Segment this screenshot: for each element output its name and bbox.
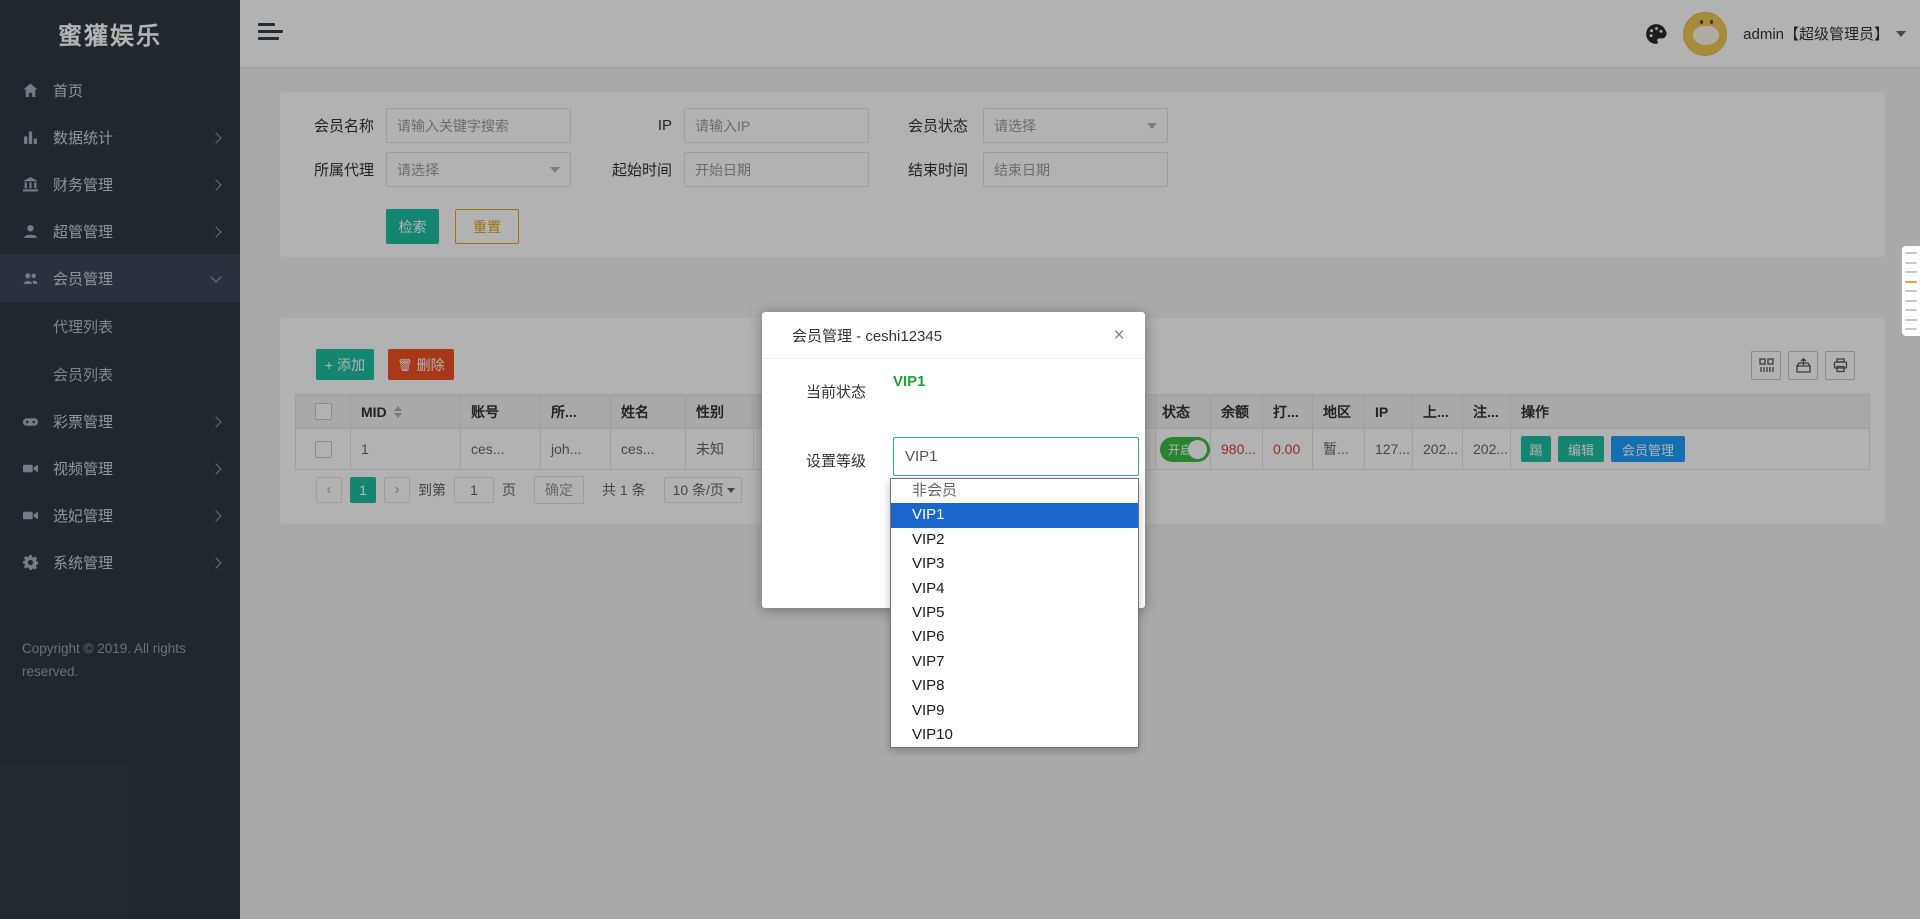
dropdown-option[interactable]: VIP4 <box>891 577 1138 601</box>
current-vip-value: VIP1 <box>893 373 926 390</box>
dropdown-option[interactable]: VIP6 <box>891 625 1138 649</box>
dropdown-option[interactable]: VIP5 <box>891 601 1138 625</box>
close-icon[interactable]: × <box>1109 326 1129 346</box>
level-dropdown: 非会员 VIP1 VIP2 VIP3 VIP4 VIP5 VIP6 VIP7 V… <box>890 478 1139 748</box>
dropdown-option[interactable]: VIP3 <box>891 552 1138 576</box>
dropdown-option[interactable]: VIP8 <box>891 674 1138 698</box>
dropdown-option[interactable]: 非会员 <box>891 479 1138 503</box>
dropdown-option[interactable]: VIP10 <box>891 723 1138 747</box>
modal-title: 会员管理 - ceshi12345 <box>792 325 942 346</box>
level-select-input[interactable] <box>893 437 1139 476</box>
dropdown-option[interactable]: VIP9 <box>891 699 1138 723</box>
set-level-label: 设置等级 <box>806 450 866 471</box>
dropdown-option[interactable]: VIP7 <box>891 650 1138 674</box>
current-status-label: 当前状态 <box>806 381 866 402</box>
dropdown-option[interactable]: VIP2 <box>891 528 1138 552</box>
dropdown-option-selected[interactable]: VIP1 <box>891 503 1138 527</box>
theme-panel-tab[interactable] <box>1902 246 1920 336</box>
page: 蜜獾娱乐 首页 数据统计 财务管理 超管管理 会员管理 代理列表 <box>0 0 1920 919</box>
